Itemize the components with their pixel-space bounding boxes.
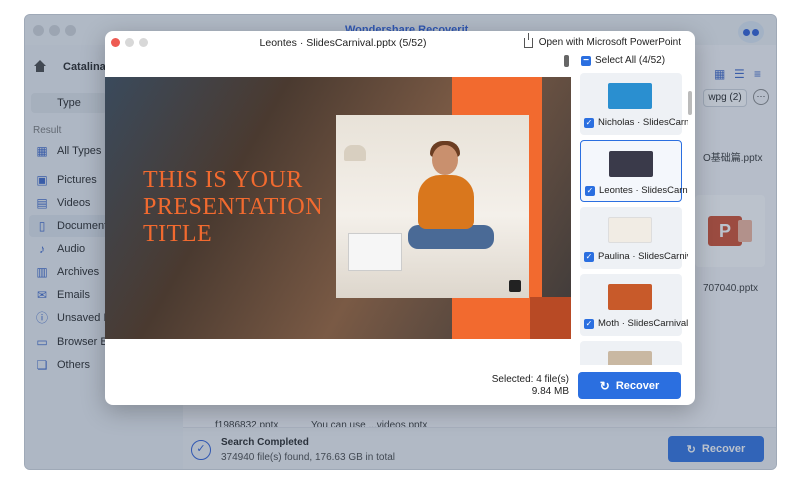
dialog-title: Leontes · SlidesCarnival.pptx (5/52)	[259, 37, 427, 49]
thumbnail-card[interactable]: ✓ Moth · SlidesCarnival.pptx	[580, 274, 688, 336]
photo-person	[418, 175, 474, 229]
thumbnail-label-row: ✓ Nicholas · SlidesCarnival.pptx	[584, 117, 688, 128]
preview-scroll-handle[interactable]	[564, 55, 569, 67]
thumbnail-card[interactable]: ✓ Nicholas · SlidesCarnival.pptx	[580, 73, 688, 135]
recover-icon: ↻	[599, 378, 610, 393]
select-all-label: Select All (4/52)	[595, 55, 666, 66]
thumbnail-label-row: ✓ Moth · SlidesCarnival.pptx	[584, 318, 688, 329]
thumbnail-scrollbar[interactable]	[688, 91, 692, 115]
slide-accent-block	[530, 297, 571, 339]
open-with-button[interactable]: Open with Microsoft PowerPoint	[523, 32, 681, 48]
selection-summary: Selected: 4 file(s) 9.84 MB	[457, 374, 569, 398]
slide-title: THIS IS YOUR PRESENTATION TITLE	[143, 167, 324, 247]
recover-button[interactable]: ↻ Recover	[578, 372, 681, 399]
thumbnail-image	[608, 83, 652, 109]
thumbnail-card-selected[interactable]: ✓ Leontes · SlidesCarnival.pptx	[580, 140, 688, 202]
slide-preview: THIS IS YOUR PRESENTATION TITLE	[105, 77, 571, 339]
photo-head	[432, 145, 458, 175]
checkbox-checked-icon[interactable]: ✓	[584, 117, 594, 128]
photo-laptop	[348, 233, 402, 271]
thumbnail-image	[609, 151, 653, 177]
thumbnail-image	[608, 217, 652, 243]
thumbnail-label: Paulina · SlidesCarnival.pptx	[598, 251, 688, 262]
thumbnail-image	[608, 284, 652, 310]
open-with-label: Open with Microsoft PowerPoint	[538, 37, 681, 48]
slide-photo	[336, 115, 529, 298]
thumbnail-label-row: ✓ Leontes · SlidesCarnival.pptx	[585, 185, 688, 196]
checkbox-checked-icon[interactable]: ✓	[584, 318, 594, 329]
thumbnail-card[interactable]	[580, 341, 682, 365]
checkbox-checked-icon[interactable]: ✓	[584, 251, 594, 262]
selected-size: 9.84 MB	[531, 386, 569, 397]
minus-checkbox-icon: −	[581, 55, 591, 66]
checkbox-checked-icon[interactable]: ✓	[585, 185, 595, 196]
photo-lamp	[344, 145, 366, 161]
select-all-checkbox[interactable]: − Select All (4/52)	[581, 55, 665, 66]
thumbnail-label: Leontes · SlidesCarnival.pptx	[599, 185, 688, 196]
selected-count: Selected: 4 file(s)	[491, 374, 569, 385]
thumbnail-list: ✓ Nicholas · SlidesCarnival.pptx ✓ Leont…	[576, 71, 688, 365]
thumbnail-label: Moth · SlidesCarnival.pptx	[598, 318, 688, 329]
thumbnail-label-row: ✓ Paulina · SlidesCarnival.pptx	[584, 251, 688, 262]
recover-label: Recover	[615, 379, 660, 392]
photo-credit-badge	[509, 280, 521, 292]
share-icon	[523, 32, 533, 48]
preview-dialog: Leontes · SlidesCarnival.pptx (5/52) Ope…	[105, 31, 695, 405]
thumbnail-image	[608, 351, 652, 365]
thumbnail-label: Nicholas · SlidesCarnival.pptx	[598, 117, 688, 128]
thumbnail-card[interactable]: ✓ Paulina · SlidesCarnival.pptx	[580, 207, 688, 269]
